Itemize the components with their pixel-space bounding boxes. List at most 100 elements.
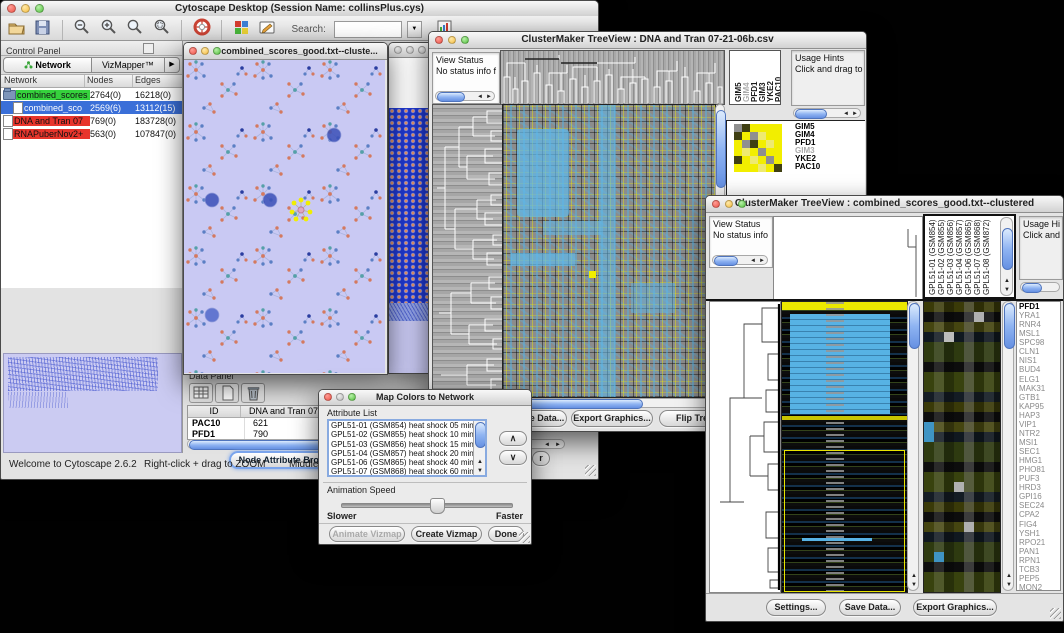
main-resize-grip[interactable] [585,465,596,476]
gene-label[interactable]: RPN1 [1019,556,1060,565]
tv2-heatmap[interactable] [781,301,908,593]
heat-selection-box[interactable] [784,450,905,592]
gene-label[interactable]: SEC1 [1019,447,1060,456]
tv2-settings-button[interactable]: Settings... [766,599,826,616]
gene-label[interactable]: CPA2 [1019,510,1060,519]
col-network[interactable]: Network [1,75,85,87]
help-lifering-icon[interactable] [193,18,211,41]
tab-vizmapper[interactable]: VizMapper™ [92,57,165,73]
gene-label[interactable]: HMG1 [1019,456,1060,465]
network-row[interactable]: DNA and Tran 07769(0)183728(0) [1,114,182,127]
tv2-labels-vscrollbar[interactable]: ▲▼ [1000,217,1013,296]
move-down-button[interactable]: ∨ [499,450,527,465]
tv2-hints-scrollbar[interactable] [1020,282,1060,292]
tab-network[interactable]: Network [3,57,92,73]
gene-label[interactable]: GTB1 [1019,393,1060,402]
dp-col-id[interactable]: ID [188,406,241,417]
gene-label[interactable]: HAP3 [1019,411,1060,420]
gene-label[interactable]: MSL1 [1019,329,1060,338]
gene-label[interactable]: VIP1 [1019,420,1060,429]
network-row[interactable]: combined_scores2764(0)16218(0) [1,88,182,101]
gene-label[interactable]: PHO81 [1019,465,1060,474]
gene-label[interactable]: RPO21 [1019,538,1060,547]
minimize-icon[interactable] [448,36,456,44]
attribute-list-scrollbar[interactable]: ▲▼ [473,421,485,475]
zoom-in-icon[interactable] [100,18,118,41]
gene-label[interactable]: ELG1 [1019,375,1060,384]
gene-label[interactable]: NIS1 [1019,356,1060,365]
tv2-vscrollbar[interactable]: ▲▼ [907,301,919,591]
main-titlebar[interactable]: Cytoscape Desktop (Session Name: collins… [1,1,598,17]
tv1-row-dendrogram[interactable] [432,104,503,398]
gene-label[interactable]: RNR4 [1019,320,1060,329]
new-attribute-icon[interactable] [215,383,239,403]
tv2-genes-vscrollbar[interactable]: ▲▼ [1002,301,1014,591]
tv1-mini-heatmap[interactable] [734,124,782,172]
animate-vizmap-button[interactable]: Animate Vizmap [329,526,405,542]
gene-label[interactable]: SPC98 [1019,338,1060,347]
delete-attribute-icon[interactable] [241,383,265,403]
gene-label[interactable]: SEC24 [1019,501,1060,510]
attribute-item[interactable]: GPL51-01 (GSM854) heat shock 05 min [331,421,474,430]
gene-label[interactable]: YSH1 [1019,529,1060,538]
network-overview-thumbnail[interactable] [3,353,182,453]
tv1-status-scrollbar[interactable]: ◄► [435,91,495,101]
search-dropdown-icon[interactable]: ▼ [407,21,422,38]
network-canvas[interactable] [184,60,385,373]
gene-label[interactable]: PUF3 [1019,474,1060,483]
treeview2-titlebar[interactable]: ClusterMaker TreeView : combined_scores_… [706,196,1063,213]
attribute-item[interactable]: GPL51-03 (GSM856) heat shock 15 min [331,440,474,449]
gene-label[interactable]: FIG4 [1019,520,1060,529]
tv2-export-graphics-button[interactable]: Export Graphics... [913,599,997,616]
dialog-resize-grip[interactable] [519,532,530,543]
close-icon[interactable] [394,46,402,54]
zoom-icon[interactable] [738,200,746,208]
annotation-icon[interactable] [258,19,277,41]
gene-label[interactable]: HRD3 [1019,483,1060,492]
minimize-icon[interactable] [21,4,30,13]
gene-label[interactable]: GPI16 [1019,492,1060,501]
animation-speed-slider[interactable] [341,503,513,508]
tv1-export-graphics-button[interactable]: Export Graphics... [571,410,653,427]
gene-label[interactable]: PAN1 [1019,547,1060,556]
zoom-icon[interactable] [418,46,426,54]
minimize-icon[interactable] [725,200,733,208]
col-edges[interactable]: Edges [133,75,182,87]
search-input[interactable] [334,21,402,38]
close-icon[interactable] [435,36,443,44]
gene-label[interactable]: BUD4 [1019,365,1060,374]
gene-label[interactable]: YRA1 [1019,311,1060,320]
zoom-selected-icon[interactable] [153,18,171,41]
network-row[interactable]: RNAPuberNov2+563(0)107847(0) [1,127,182,140]
gene-label[interactable]: PFD1 [1019,302,1060,311]
zoom-icon[interactable] [213,47,221,55]
close-icon[interactable] [189,47,197,55]
attribute-item[interactable]: GPL51-06 (GSM865) heat shock 40 min [331,458,474,467]
zoom-icon[interactable] [461,36,469,44]
scroll-left-icon[interactable]: ◄ [544,441,550,449]
gene-label[interactable]: CLN1 [1019,347,1060,356]
tv2-zoom-heatmap[interactable] [923,301,1001,593]
tv2-gene-list[interactable]: PFD1YRA1RNR4MSL1SPC98CLN1NIS1BUD4ELG1MAK… [1016,301,1061,591]
attribute-item[interactable]: GPL51-07 (GSM868) heat shock 60 min [331,467,474,476]
vizmap-icon[interactable] [233,19,250,41]
gene-label[interactable]: KAP95 [1019,402,1060,411]
gene-label[interactable]: MAK31 [1019,384,1060,393]
gene-label[interactable]: PEP5 [1019,574,1060,583]
network-row[interactable]: combined_sco2569(6)13112(15) [1,101,182,114]
tab-overflow-icon[interactable]: ▶ [165,57,180,73]
close-icon[interactable] [712,200,720,208]
gene-label[interactable]: TCB3 [1019,565,1060,574]
col-nodes[interactable]: Nodes [85,75,133,87]
tv1-heatmap[interactable] [502,104,716,398]
zoom-out-icon[interactable] [73,18,91,41]
create-vizmap-button[interactable]: Create Vizmap [411,526,482,542]
tv1-hints-scrollbar[interactable]: ◄► [793,108,861,118]
zoom-icon[interactable] [35,4,44,13]
minimize-icon[interactable] [336,393,344,401]
zoom-fit-icon[interactable] [126,18,144,41]
gene-label[interactable]: MSI1 [1019,438,1060,447]
tv2-status-scrollbar[interactable]: ◄► [712,255,768,265]
gene-label[interactable]: NTR2 [1019,429,1060,438]
tv2-save-data-button[interactable]: Save Data... [839,599,901,616]
